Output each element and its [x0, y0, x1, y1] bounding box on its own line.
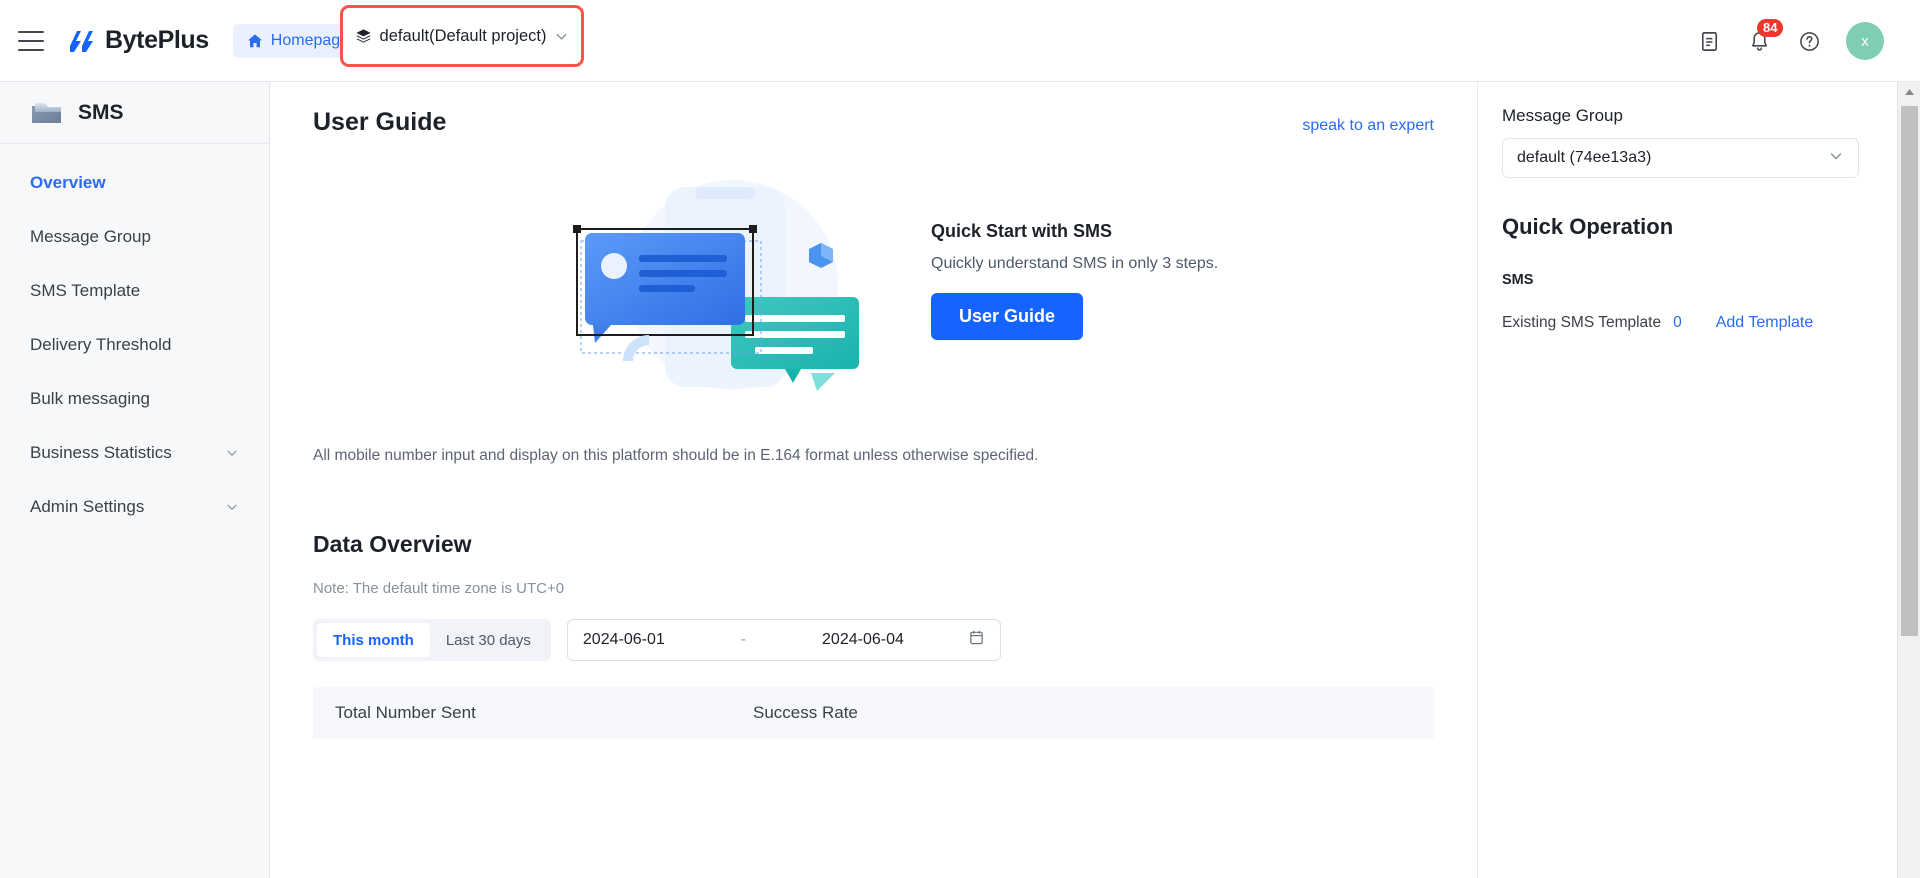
homepage-label: Homepage	[270, 31, 350, 49]
chevron-down-icon	[227, 504, 237, 511]
notifications-button[interactable]: 84	[1746, 19, 1784, 54]
quick-operation-title: Quick Operation	[1502, 214, 1674, 239]
brand-name: BytePlus	[105, 26, 209, 54]
page-scrollbar[interactable]	[1897, 82, 1920, 878]
main-content: User Guide speak to an expert Quick Star…	[271, 82, 1476, 878]
triangle-up-icon	[1905, 89, 1914, 95]
existing-template-label: Existing SMS Template	[1502, 314, 1662, 331]
calendar-icon	[968, 629, 985, 651]
range-preset-group: This month Last 30 days	[313, 619, 551, 661]
add-template-link[interactable]: Add Template	[1716, 314, 1814, 332]
sidebar-item-label: Overview	[30, 173, 106, 192]
user-guide-button[interactable]: User Guide	[931, 292, 1084, 340]
sidebar-item-label: Message Group	[30, 227, 151, 246]
top-header: BytePlus Homepage default(Default projec…	[0, 0, 1920, 82]
sidebar-menu: Overview Message Group SMS Template Deli…	[0, 144, 269, 534]
scrollbar-thumb[interactable]	[1901, 106, 1918, 636]
page-title: User Guide	[313, 108, 447, 136]
sidebar-item-business-statistics[interactable]: Business Statistics	[0, 426, 269, 480]
document-icon[interactable]	[1696, 28, 1722, 54]
quick-start-hero: Quick Start with SMS Quickly understand …	[271, 137, 1476, 395]
sidebar-item-label: Delivery Threshold	[30, 335, 172, 354]
sidebar-product-name: SMS	[78, 100, 124, 124]
byteplus-mark-icon	[70, 30, 93, 52]
avatar-initial: x	[1861, 32, 1869, 50]
existing-template-count: 0	[1673, 314, 1682, 331]
app-root: BytePlus Homepage default(Default projec…	[0, 0, 1920, 878]
project-selector-label: default(Default project)	[379, 26, 547, 45]
sidebar-item-admin-settings[interactable]: Admin Settings	[0, 480, 269, 534]
scroll-up-button[interactable]	[1898, 82, 1920, 102]
sidebar-item-overview[interactable]: Overview	[0, 156, 269, 210]
project-selector-highlight: default(Default project)	[340, 5, 584, 67]
sidebar-item-delivery-threshold[interactable]: Delivery Threshold	[0, 318, 269, 372]
right-panel: Message Group default (74ee13a3) Quick O…	[1477, 82, 1897, 878]
notification-badge: 84	[1757, 19, 1784, 37]
message-group-label: Message Group	[1502, 106, 1623, 125]
layers-icon	[355, 28, 371, 43]
message-group-select[interactable]: default (74ee13a3)	[1502, 138, 1859, 178]
sidebar-product-header: SMS	[0, 82, 269, 144]
avatar[interactable]: x	[1846, 22, 1884, 60]
date-end-value[interactable]: 2024-06-04	[822, 631, 904, 649]
chevron-down-icon	[227, 450, 237, 457]
stats-header-row: Total Number Sent Success Rate	[313, 687, 1434, 739]
sidebar-item-message-group[interactable]: Message Group	[0, 210, 269, 264]
brand-logo[interactable]: BytePlus	[68, 26, 209, 55]
date-filters: This month Last 30 days 2024-06-01 - 202…	[271, 597, 1476, 661]
home-icon	[247, 33, 262, 47]
stat-column-success-rate: Success Rate	[753, 703, 858, 722]
date-range-picker[interactable]: 2024-06-01 - 2024-06-04	[566, 619, 1001, 661]
timezone-note: Note: The default time zone is UTC+0	[313, 580, 565, 597]
hero-copy: Quick Start with SMS Quickly understand …	[931, 221, 1218, 340]
data-overview-title: Data Overview	[313, 531, 472, 557]
sidebar-item-label: SMS Template	[30, 281, 141, 300]
sidebar-item-sms-template[interactable]: SMS Template	[0, 264, 269, 318]
message-group-value: default (74ee13a3)	[1517, 149, 1652, 166]
sidebar-item-label: Bulk messaging	[30, 389, 151, 408]
existing-template-row: Existing SMS Template 0 Add Template	[1502, 314, 1859, 332]
hero-heading: Quick Start with SMS	[931, 220, 1113, 241]
main-header: User Guide speak to an expert	[271, 82, 1476, 137]
chevron-down-icon	[557, 33, 567, 40]
stat-column-total-sent: Total Number Sent	[335, 703, 476, 722]
help-button[interactable]	[1796, 28, 1822, 54]
speak-to-expert-link[interactable]: speak to an expert	[1302, 117, 1434, 135]
question-circle-icon	[1799, 31, 1819, 51]
preset-this-month[interactable]: This month	[317, 623, 430, 657]
hero-subtext: Quickly understand SMS in only 3 steps.	[931, 254, 1219, 272]
sidebar-item-label: Business Statistics	[30, 443, 172, 462]
header-actions: 84 x	[1696, 0, 1884, 82]
e164-note: All mobile number input and display on t…	[313, 447, 1039, 464]
sms-bubbles-illustration	[573, 180, 859, 391]
sidebar-item-label: Admin Settings	[30, 497, 145, 516]
project-selector[interactable]: default(Default project)	[355, 27, 570, 46]
date-separator: -	[740, 631, 747, 648]
hamburger-menu-icon[interactable]	[18, 30, 44, 51]
chevron-down-icon	[1828, 148, 1844, 169]
sidebar: SMS Overview Message Group SMS Template …	[0, 82, 270, 878]
date-start-value[interactable]: 2024-06-01	[583, 631, 665, 649]
preset-last-30-days[interactable]: Last 30 days	[430, 623, 547, 657]
sidebar-item-bulk-messaging[interactable]: Bulk messaging	[0, 372, 269, 426]
quick-operation-sms-subtitle: SMS	[1502, 272, 1534, 288]
folder-icon	[32, 102, 61, 123]
